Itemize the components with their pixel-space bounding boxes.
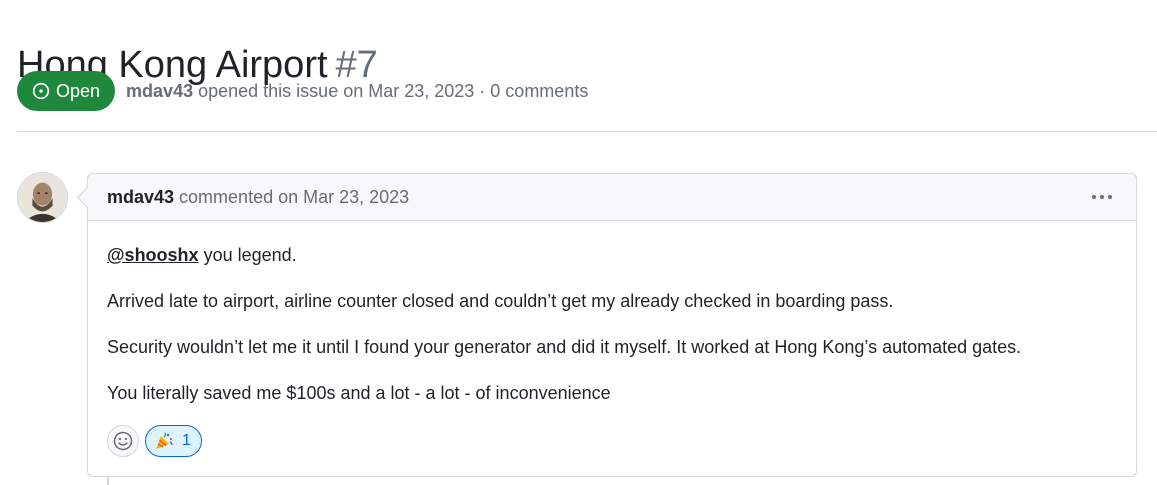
issue-page: Hong Kong Airport #7 Open mdav43 opened t…: [0, 0, 1157, 485]
avatar[interactable]: [17, 172, 68, 223]
issue-author-link[interactable]: mdav43: [126, 81, 193, 101]
tada-icon: [156, 432, 173, 449]
comment-paragraph-2: Arrived late to airport, airline counter…: [107, 291, 894, 311]
state-label: Open: [56, 80, 101, 101]
kebab-horizontal-icon: [1092, 195, 1112, 199]
issue-meta: Open mdav43 opened this issue on Mar 23,…: [17, 71, 588, 111]
issue-meta-text: mdav43 opened this issue on Mar 23, 2023…: [126, 81, 588, 102]
comment-paragraph-3: Security wouldn’t let me it until I foun…: [107, 337, 1022, 357]
avatar-image: [18, 173, 67, 222]
comment-header: mdav43 commented on Mar 23, 2023: [88, 174, 1136, 221]
comment-timestamp[interactable]: commented on Mar 23, 2023: [179, 187, 409, 208]
smiley-icon: [113, 431, 133, 451]
issue-meta-detail: opened this issue on Mar 23, 2023 · 0 co…: [198, 80, 589, 101]
reaction-tada-button[interactable]: 1: [145, 425, 202, 457]
timeline-line: [107, 476, 109, 485]
comment-paragraph-4: You literally saved me $100s and a lot -…: [107, 383, 611, 403]
comment-paragraph-1: @shooshx you legend.: [107, 243, 1117, 267]
comment-options-button[interactable]: [1088, 187, 1116, 207]
state-badge: Open: [17, 71, 116, 111]
comment-paragraph-1-text: you legend.: [198, 245, 297, 265]
reactions-bar: 1: [107, 425, 202, 457]
header-divider: [17, 131, 1157, 132]
comment: mdav43 commented on Mar 23, 2023 @shoosh…: [87, 173, 1137, 477]
issue-opened-icon: [32, 82, 50, 100]
user-mention-link[interactable]: @shooshx: [107, 245, 199, 265]
comment-author-link[interactable]: mdav43: [107, 187, 174, 208]
add-reaction-button[interactable]: [107, 425, 139, 457]
comment-body: @shooshx you legend. Arrived late to air…: [88, 221, 1136, 405]
reaction-count: 1: [182, 432, 191, 449]
